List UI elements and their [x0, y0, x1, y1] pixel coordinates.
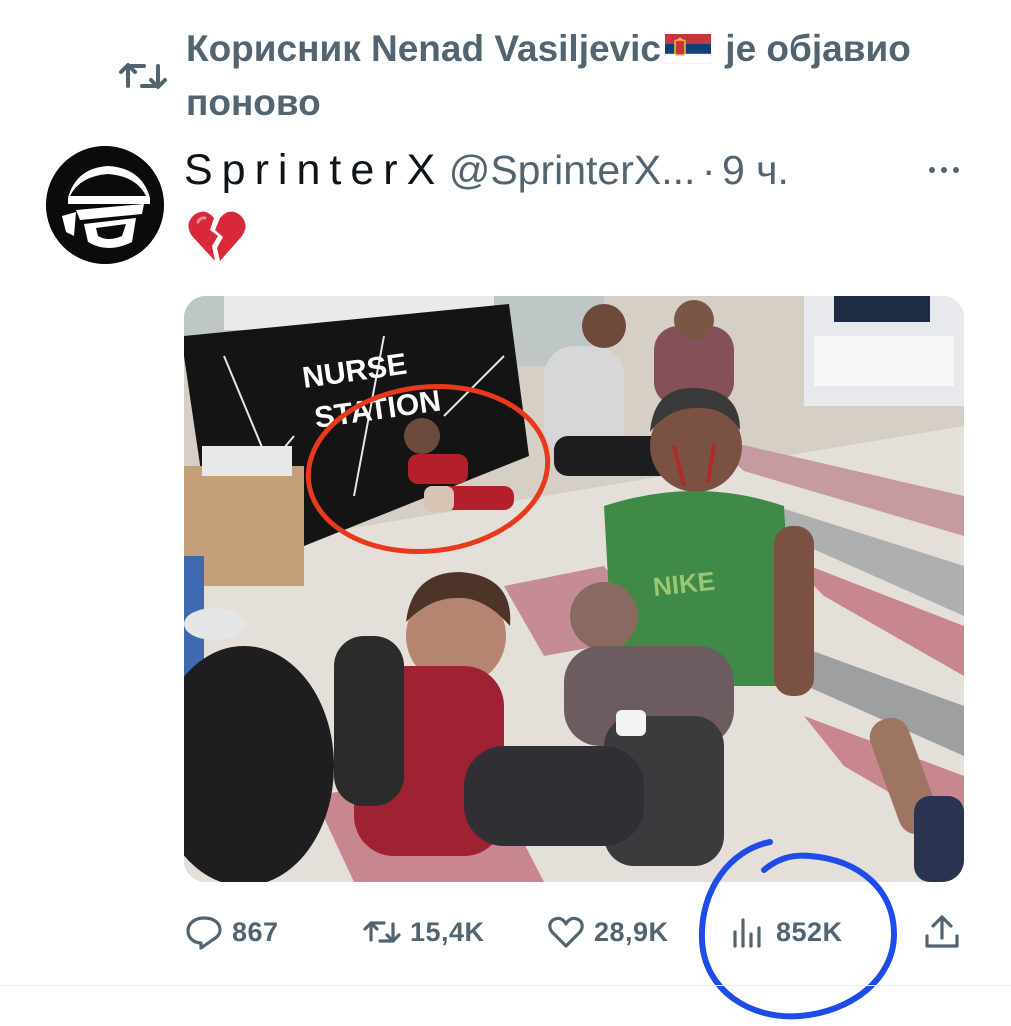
tweet-divider [0, 985, 1011, 986]
repost-label[interactable]: Корисник Nenad Vasiljevic је објавио пон… [186, 22, 986, 130]
reply-count: 867 [232, 916, 279, 947]
heart-icon [548, 916, 584, 948]
share-button[interactable] [922, 900, 962, 964]
tweet-header: SprinterX @SprinterX... · 9 ч. [184, 140, 984, 200]
like-button[interactable]: 28,9K [546, 900, 669, 964]
share-upload-icon [925, 915, 959, 948]
views-button[interactable]: 852K [728, 900, 843, 964]
broken-heart-icon [188, 211, 246, 261]
avatar-mask-logo [46, 146, 164, 264]
analytics-bars-icon [733, 918, 761, 948]
repost-user-text: Корисник Nenad Vasiljevic [186, 28, 662, 69]
tweet-media-photo[interactable]: NURSE STATION NIKE [184, 296, 964, 882]
author-handle[interactable]: @SprinterX... [449, 140, 696, 200]
repost-icon [119, 63, 167, 89]
repost-button[interactable]: 15,4K [362, 900, 485, 964]
avatar[interactable] [46, 146, 164, 264]
tweet-timestamp[interactable]: 9 ч. [722, 140, 789, 200]
views-count: 852K [776, 916, 843, 947]
like-count: 28,9K [594, 916, 669, 947]
repost-count: 15,4K [410, 916, 485, 947]
next-item-cutoff [560, 1018, 920, 1024]
reply-icon [186, 916, 222, 950]
more-options-icon[interactable] [926, 152, 962, 188]
serbia-flag-icon [665, 34, 712, 64]
tweet-action-bar: 867 15,4K 28,9K 852K [184, 900, 984, 964]
author-display-name[interactable]: SprinterX [184, 140, 444, 200]
repost-icon [363, 921, 401, 943]
separator-dot: · [701, 147, 716, 193]
reply-button[interactable]: 867 [184, 900, 279, 964]
hospital-photo-illustration: NURSE STATION NIKE [184, 296, 964, 882]
